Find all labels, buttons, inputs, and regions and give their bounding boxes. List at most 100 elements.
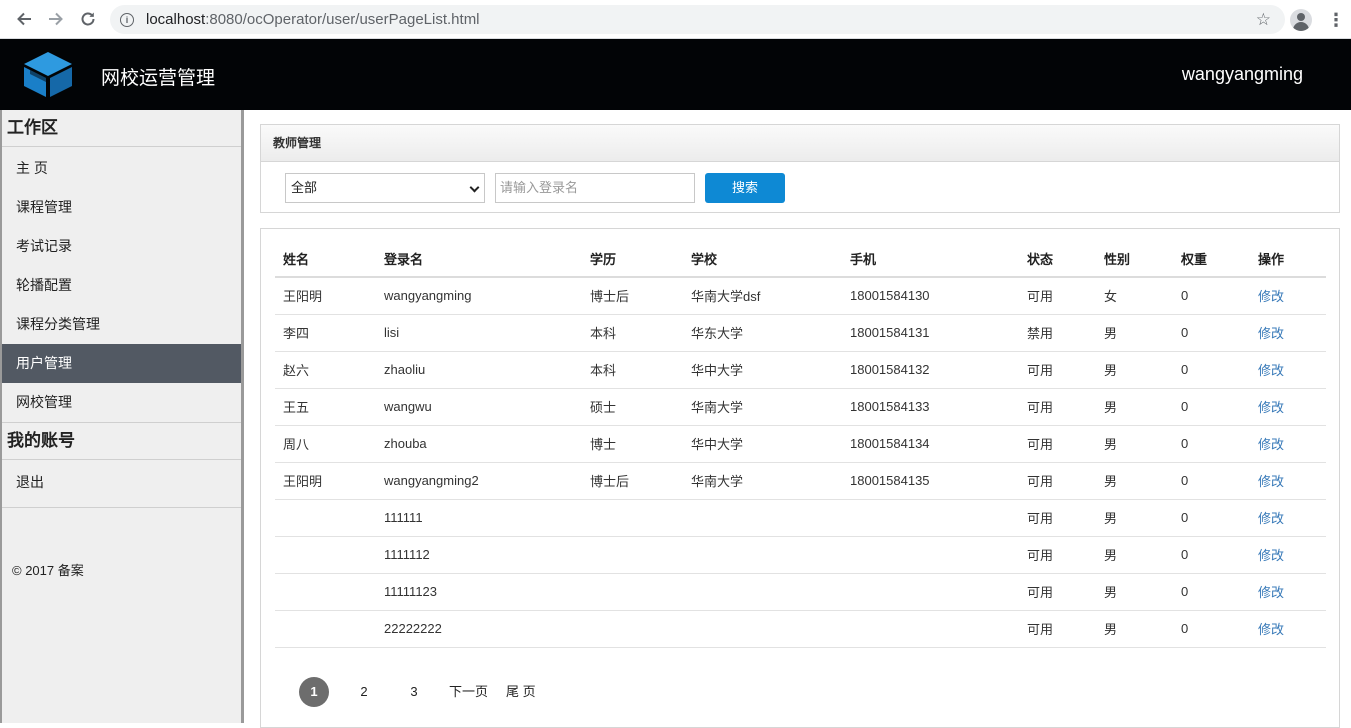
cell-login: wangyangming: [376, 277, 582, 315]
url-text: localhost:8080/ocOperator/user/userPageL…: [146, 11, 480, 28]
bookmark-star-icon[interactable]: ☆: [1256, 10, 1271, 30]
cell-login: 111111: [376, 499, 582, 537]
cell-phone: [842, 536, 1019, 574]
cell-status: 禁用: [1019, 314, 1096, 352]
cell-phone: [842, 499, 1019, 537]
cell-login: zhaoliu: [376, 351, 582, 389]
reload-icon[interactable]: [71, 2, 105, 36]
profile-icon[interactable]: [1290, 9, 1312, 31]
filter-panel: 教师管理 全部 请输入登录名 搜索: [260, 124, 1340, 213]
role-select[interactable]: 全部: [285, 173, 485, 203]
edit-link[interactable]: 修改: [1250, 425, 1326, 463]
cell-status: 可用: [1019, 610, 1096, 648]
sidebar-item-logout[interactable]: 退出: [2, 463, 241, 502]
current-user[interactable]: wangyangming: [1182, 64, 1303, 85]
next-page-link[interactable]: 下一页: [449, 677, 488, 707]
cell-name: 王阳明: [275, 277, 376, 315]
column-header-login: 登录名: [376, 240, 582, 278]
edit-link[interactable]: 修改: [1250, 314, 1326, 352]
search-button[interactable]: 搜索: [705, 173, 785, 203]
cell-weight: 0: [1173, 462, 1250, 500]
cell-school: 华南大学dsf: [683, 277, 842, 315]
app-header: 网校运营管理 wangyangming: [0, 39, 1351, 110]
cell-school: 华中大学: [683, 425, 842, 463]
cell-school: [683, 573, 842, 611]
cell-login: 1111112: [376, 536, 582, 574]
edit-link[interactable]: 修改: [1250, 536, 1326, 574]
cell-login: wangyangming2: [376, 462, 582, 500]
cell-login: wangwu: [376, 388, 582, 426]
back-icon[interactable]: [7, 2, 41, 36]
cell-phone: 18001584131: [842, 314, 1019, 352]
edit-link[interactable]: 修改: [1250, 277, 1326, 315]
last-page-link[interactable]: 尾 页: [506, 677, 536, 707]
menu-kebab-icon[interactable]: ⋮: [1327, 10, 1345, 30]
edit-link[interactable]: 修改: [1250, 462, 1326, 500]
table-row: 赵六 zhaoliu 本科 华中大学 18001584132 可用男 0 修改: [275, 351, 1326, 389]
cell-school: 华中大学: [683, 351, 842, 389]
table-body: 王阳明 wangyangming 博士后 华南大学dsf 18001584130 可用女 0…: [275, 277, 1326, 648]
cell-phone: 18001584132: [842, 351, 1019, 389]
sidebar-item-4[interactable]: 课程分类管理: [2, 305, 241, 344]
cell-education: 博士: [582, 425, 683, 463]
cell-weight: 0: [1173, 499, 1250, 537]
cell-education: 博士后: [582, 462, 683, 500]
sidebar-item-3[interactable]: 轮播配置: [2, 266, 241, 305]
cell-status: 可用: [1019, 499, 1096, 537]
cell-status: 可用: [1019, 277, 1096, 315]
table-row: 周八 zhouba 博士 华中大学 18001584134 可用男 0 修改: [275, 425, 1326, 463]
page-1[interactable]: 1: [299, 677, 329, 707]
cell-gender: 男: [1096, 351, 1173, 389]
cell-gender: 男: [1096, 462, 1173, 500]
sidebar-item-6[interactable]: 网校管理: [2, 383, 241, 422]
edit-link[interactable]: 修改: [1250, 573, 1326, 611]
sidebar-nav: 主 页课程管理 考试记录 轮播配置 课程分类管理 用户管理 网校管理: [2, 147, 241, 423]
sidebar-item-0[interactable]: 主 页: [2, 149, 241, 188]
cell-school: [683, 499, 842, 537]
cell-weight: 0: [1173, 610, 1250, 648]
sidebar-item-5[interactable]: 用户管理: [2, 344, 241, 383]
logo-cube-icon: [24, 52, 72, 97]
edit-link[interactable]: 修改: [1250, 610, 1326, 648]
cell-education: 本科: [582, 351, 683, 389]
cell-weight: 0: [1173, 388, 1250, 426]
cell-school: 华东大学: [683, 314, 842, 352]
cell-education: 本科: [582, 314, 683, 352]
cell-gender: 男: [1096, 536, 1173, 574]
edit-link[interactable]: 修改: [1250, 499, 1326, 537]
cell-name: 王阳明: [275, 462, 376, 500]
page-2[interactable]: 2: [349, 677, 379, 707]
browser-toolbar: i localhost:8080/ocOperator/user/userPag…: [0, 0, 1351, 39]
table-row: 王五 wangwu 硕士 华南大学 18001584133 可用男 0 修改: [275, 388, 1326, 426]
sidebar: 工作区 主 页课程管理 考试记录 轮播配置 课程分类管理 用户管理 网校管理 我的账号 退…: [0, 110, 244, 723]
table-row: 22222222 可用男 0 修改: [275, 610, 1326, 648]
address-bar[interactable]: i localhost:8080/ocOperator/user/userPag…: [110, 5, 1285, 34]
table-row: 11111123 可用男 0 修改: [275, 573, 1326, 611]
cell-status: 可用: [1019, 536, 1096, 574]
cell-gender: 男: [1096, 573, 1173, 611]
sidebar-item-2[interactable]: 考试记录: [2, 227, 241, 266]
info-icon[interactable]: i: [120, 12, 134, 27]
edit-link[interactable]: 修改: [1250, 351, 1326, 389]
cell-weight: 0: [1173, 314, 1250, 352]
login-name-input[interactable]: 请输入登录名: [495, 173, 695, 203]
sidebar-item-1[interactable]: 课程管理: [2, 188, 241, 227]
cell-weight: 0: [1173, 277, 1250, 315]
sidebar-account-nav: 退出: [2, 460, 241, 508]
cell-name: 李四: [275, 314, 376, 352]
cell-name: 赵六: [275, 351, 376, 389]
table-row: 111111 可用男 0 修改: [275, 499, 1326, 537]
cell-name: [275, 499, 376, 537]
column-header-status: 状态: [1019, 240, 1096, 278]
sidebar-section-account: 我的账号: [2, 423, 241, 460]
cell-education: [582, 499, 683, 537]
cell-gender: 男: [1096, 388, 1173, 426]
cell-school: 华南大学: [683, 462, 842, 500]
edit-link[interactable]: 修改: [1250, 388, 1326, 426]
table-row: 王阳明 wangyangming 博士后 华南大学dsf 18001584130 可用女 0…: [275, 277, 1326, 315]
page-3[interactable]: 3: [399, 677, 429, 707]
cell-education: 硕士: [582, 388, 683, 426]
forward-icon[interactable]: [39, 2, 73, 36]
cell-gender: 男: [1096, 314, 1173, 352]
column-header-action: 操作: [1250, 240, 1326, 278]
